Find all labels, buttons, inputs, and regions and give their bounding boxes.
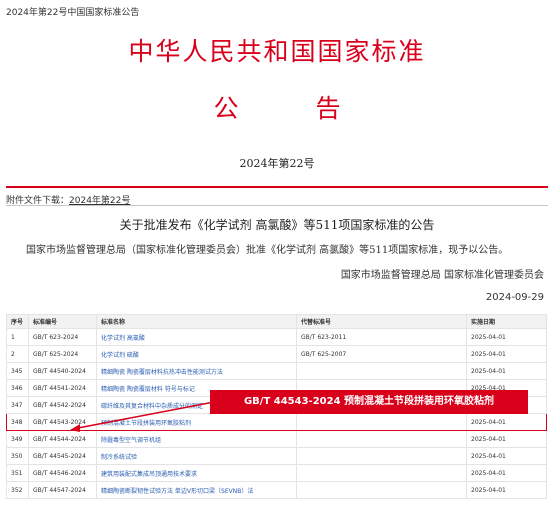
row-index: 352 xyxy=(6,481,29,499)
publish-date: 2024-09-29 xyxy=(485,292,544,303)
row-date: 2025-04-01 xyxy=(466,362,547,380)
row-name-link[interactable]: 预制混凝土节段拼装用环氧胶粘剂 xyxy=(96,413,297,431)
row-name-link[interactable]: 除霾毒型空气调节机组 xyxy=(96,430,297,448)
row-replaces xyxy=(296,447,467,465)
announcement-title: 关于批准发布《化学试剂 高氯酸》等511项国家标准的公告 xyxy=(119,218,435,232)
row-date: 2025-04-01 xyxy=(466,447,547,465)
table-row: 2 GB/T 625-2024 化学试剂 硫酸 GB/T 625-2007 20… xyxy=(6,345,547,363)
row-code: GB/T 44544-2024 xyxy=(28,430,97,448)
table-row: 351 GB/T 44546-2024 建筑用装配式集成吊顶通用技术要求 202… xyxy=(6,464,547,482)
row-date: 2025-04-01 xyxy=(466,481,547,499)
table-row: 352 GB/T 44547-2024 精细陶瓷断裂韧性试验方法 单边V形切口梁… xyxy=(6,481,547,499)
announcement-body: 国家市场监督管理总局（国家标准化管理委员会）批准《化学试剂 高氯酸》等511项国… xyxy=(26,245,509,256)
row-index: 348 xyxy=(6,413,29,431)
header-index: 序号 xyxy=(6,314,29,329)
row-index: 345 xyxy=(6,362,29,380)
row-index: 2 xyxy=(6,345,29,363)
row-index: 349 xyxy=(6,430,29,448)
row-replaces: GB/T 625-2007 xyxy=(296,345,467,363)
row-replaces xyxy=(296,481,467,499)
page-subheading: 公 告 xyxy=(213,94,367,123)
row-name-link[interactable]: 精细陶瓷 陶瓷覆层材料抗热冲击性能测试方法 xyxy=(96,362,297,380)
row-index: 1 xyxy=(6,328,29,346)
issue-number: 2024年第22号 xyxy=(239,157,315,170)
row-code: GB/T 44542-2024 xyxy=(28,396,97,414)
row-replaces xyxy=(296,413,467,431)
table-row: 1 GB/T 623-2024 化学试剂 高氯酸 GB/T 623-2011 2… xyxy=(6,328,547,346)
page-top-title: 2024年第22号中国国家标准公告 xyxy=(6,8,140,18)
row-code: GB/T 44547-2024 xyxy=(28,481,97,499)
row-index: 351 xyxy=(6,464,29,482)
table-row-highlighted: 348 GB/T 44543-2024 预制混凝土节段拼装用环氧胶粘剂 2025… xyxy=(6,413,547,431)
issuer: 国家市场监督管理总局 国家标准化管理委员会 xyxy=(340,270,544,281)
red-divider xyxy=(6,186,548,188)
row-date: 2025-04-01 xyxy=(466,328,547,346)
header-date: 实施日期 xyxy=(466,314,547,329)
header-name: 标准名称 xyxy=(96,314,297,329)
row-date: 2025-04-01 xyxy=(466,413,547,431)
row-code: GB/T 44545-2024 xyxy=(28,447,97,465)
row-replaces xyxy=(296,362,467,380)
row-index: 350 xyxy=(6,447,29,465)
row-date: 2025-04-01 xyxy=(466,430,547,448)
row-name-link[interactable]: 建筑用装配式集成吊顶通用技术要求 xyxy=(96,464,297,482)
row-name-link[interactable]: 精细陶瓷断裂韧性试验方法 单边V形切口梁（SEVNB）法 xyxy=(96,481,297,499)
row-code: GB/T 44543-2024 xyxy=(28,413,97,431)
row-replaces: GB/T 623-2011 xyxy=(296,328,467,346)
highlight-callout: GB/T 44543-2024 预制混凝土节段拼装用环氧胶粘剂 xyxy=(210,390,528,414)
row-code: GB/T 625-2024 xyxy=(28,345,97,363)
header-code: 标准编号 xyxy=(28,314,97,329)
table-header-row: 序号 标准编号 标准名称 代替标准号 实施日期 xyxy=(6,314,547,329)
row-replaces xyxy=(296,464,467,482)
row-index: 347 xyxy=(6,396,29,414)
gray-divider xyxy=(6,205,548,206)
page-heading: 中华人民共和国国家标准 xyxy=(128,37,426,66)
table-row: 345 GB/T 44540-2024 精细陶瓷 陶瓷覆层材料抗热冲击性能测试方… xyxy=(6,362,547,380)
row-name-link[interactable]: 制冷系统试验 xyxy=(96,447,297,465)
row-date: 2025-04-01 xyxy=(466,464,547,482)
table-row: 349 GB/T 44544-2024 除霾毒型空气调节机组 2025-04-0… xyxy=(6,430,547,448)
table-row: 350 GB/T 44545-2024 制冷系统试验 2025-04-01 xyxy=(6,447,547,465)
row-code: GB/T 44540-2024 xyxy=(28,362,97,380)
row-name-link[interactable]: 化学试剂 高氯酸 xyxy=(96,328,297,346)
header-replaces: 代替标准号 xyxy=(296,314,467,329)
row-code: GB/T 623-2024 xyxy=(28,328,97,346)
row-replaces xyxy=(296,430,467,448)
row-index: 346 xyxy=(6,379,29,397)
row-date: 2025-04-01 xyxy=(466,345,547,363)
row-name-link[interactable]: 化学试剂 硫酸 xyxy=(96,345,297,363)
row-code: GB/T 44541-2024 xyxy=(28,379,97,397)
row-code: GB/T 44546-2024 xyxy=(28,464,97,482)
